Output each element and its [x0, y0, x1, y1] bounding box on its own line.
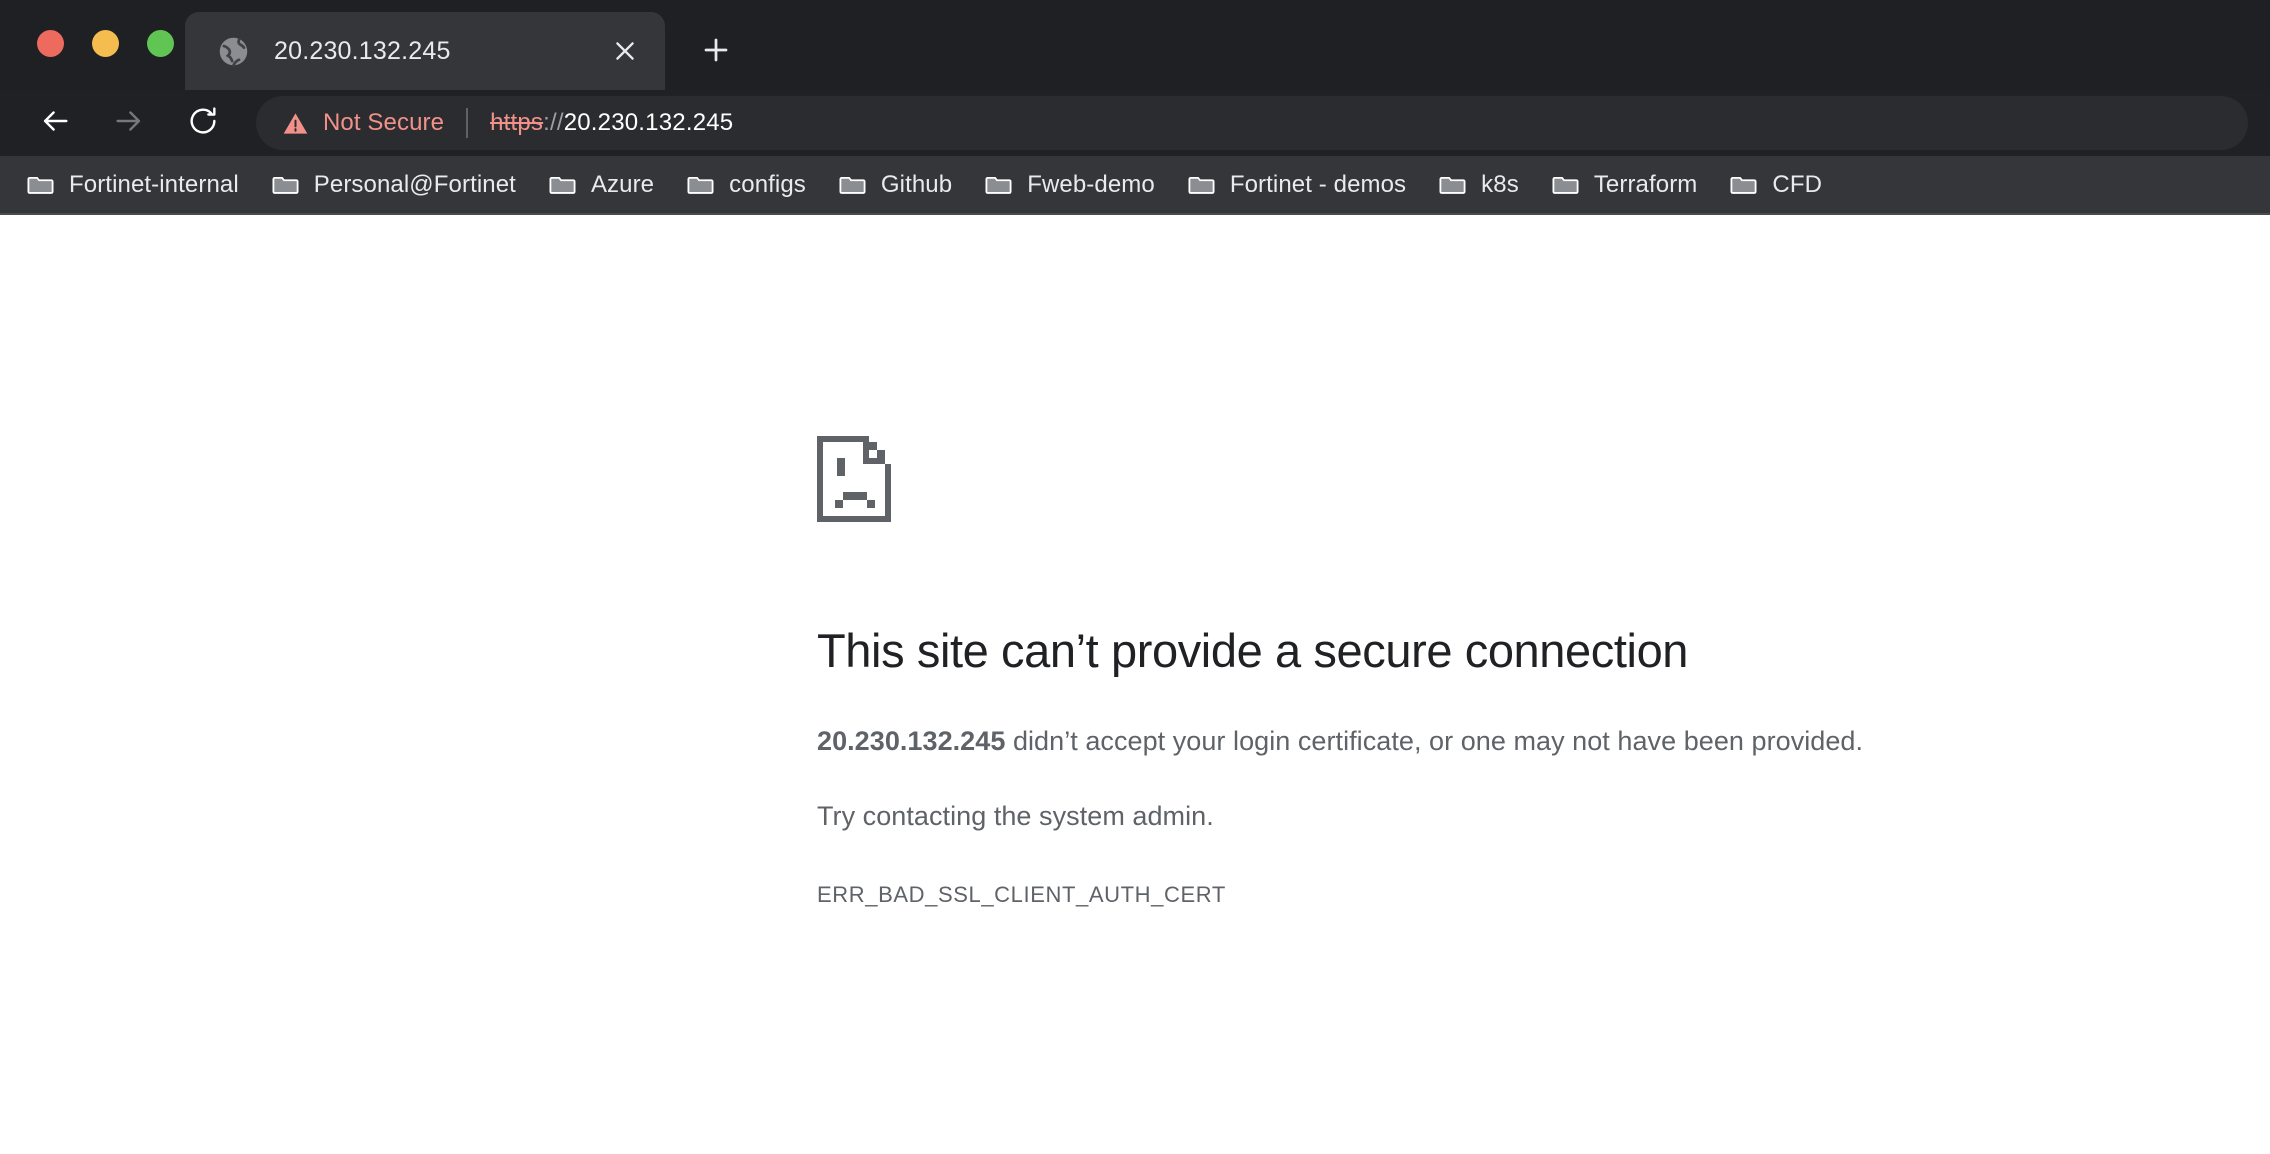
folder-icon — [1438, 170, 1467, 199]
url-scheme: https — [490, 109, 544, 136]
url-text: https://20.230.132.245 — [490, 109, 733, 137]
error-code: ERR_BAD_SSL_CLIENT_AUTH_CERT — [817, 882, 1226, 908]
folder-icon — [984, 170, 1013, 199]
folder-icon — [686, 170, 715, 199]
bookmark-cfd[interactable]: CFD — [1717, 163, 1834, 207]
browser-tab[interactable]: 20.230.132.245 — [185, 12, 665, 90]
window-minimize-button[interactable] — [92, 30, 119, 57]
bookmark-azure[interactable]: Azure — [536, 163, 666, 207]
bookmark-terraform[interactable]: Terraform — [1539, 163, 1710, 207]
bookmark-github[interactable]: Github — [826, 163, 964, 207]
folder-icon — [838, 170, 867, 199]
bookmarks-bar: Fortinet-internal Personal@Fortinet Azur… — [0, 156, 2270, 215]
bookmark-label: Azure — [590, 170, 655, 198]
close-icon[interactable] — [603, 29, 647, 73]
error-suggestion: Try contacting the system admin. — [817, 800, 1214, 831]
back-button[interactable] — [28, 96, 82, 150]
reload-icon — [186, 104, 220, 143]
arrow-left-icon — [38, 104, 72, 143]
bookmark-fortinet-demos[interactable]: Fortinet - demos — [1175, 163, 1418, 207]
reload-button[interactable] — [176, 96, 230, 150]
bookmark-label: k8s — [1481, 170, 1519, 198]
folder-icon — [1729, 170, 1758, 199]
window-controls — [37, 30, 174, 57]
error-page: This site can’t provide a secure connect… — [817, 436, 1937, 908]
bookmark-label: Fortinet-internal — [69, 170, 239, 198]
error-description-rest: didn’t accept your login certificate, or… — [1005, 726, 1864, 757]
warning-triangle-icon[interactable] — [282, 110, 309, 137]
url-host: 20.230.132.245 — [563, 109, 734, 136]
browser-toolbar: Not Secure https://20.230.132.245 — [0, 90, 2270, 156]
folder-icon — [548, 170, 577, 199]
bookmark-label: Fweb-demo — [1027, 170, 1155, 198]
error-host: 20.230.132.245 — [817, 726, 1006, 757]
forward-button[interactable] — [102, 96, 156, 150]
plus-icon — [701, 35, 731, 70]
bookmark-configs[interactable]: configs — [674, 163, 818, 207]
bookmark-label: CFD — [1772, 170, 1823, 198]
page-content: This site can’t provide a secure connect… — [0, 215, 2270, 1154]
browser-window: 20.230.132.245 Not Secure https:// 20.2… — [0, 0, 2270, 1154]
new-tab-button[interactable] — [690, 26, 742, 78]
folder-icon — [26, 170, 55, 199]
page-title: This site can’t provide a secure connect… — [817, 624, 1689, 677]
folder-icon — [1551, 170, 1580, 199]
bookmark-k8s[interactable]: k8s — [1426, 163, 1531, 207]
folder-icon — [271, 170, 300, 199]
not-secure-label: Not Secure — [323, 109, 445, 136]
bookmark-personal-fortinet[interactable]: Personal@Fortinet — [259, 163, 528, 207]
tab-strip: 20.230.132.245 — [0, 0, 2270, 90]
bookmark-label: Github — [880, 170, 953, 198]
bookmark-label: configs — [729, 170, 806, 198]
sad-page-icon — [817, 436, 1937, 527]
omnibox-divider — [466, 108, 469, 138]
window-close-button[interactable] — [37, 30, 64, 57]
bookmark-label: Personal@Fortinet — [313, 170, 516, 198]
folder-icon — [1187, 170, 1216, 199]
url-separator: :// — [543, 109, 564, 136]
error-description: 20.230.132.245 didn’t accept your login … — [817, 721, 1907, 762]
arrow-right-icon — [112, 104, 146, 143]
bookmark-fweb-demo[interactable]: Fweb-demo — [972, 163, 1167, 207]
globe-icon — [217, 35, 250, 68]
window-maximize-button[interactable] — [147, 30, 174, 57]
bookmark-label: Terraform — [1593, 170, 1698, 198]
bookmark-fortinet-internal[interactable]: Fortinet-internal — [14, 163, 251, 207]
bookmark-label: Fortinet - demos — [1229, 170, 1407, 198]
tab-title: 20.230.132.245 — [274, 36, 451, 65]
address-bar[interactable]: Not Secure https://20.230.132.245 — [256, 96, 2248, 150]
